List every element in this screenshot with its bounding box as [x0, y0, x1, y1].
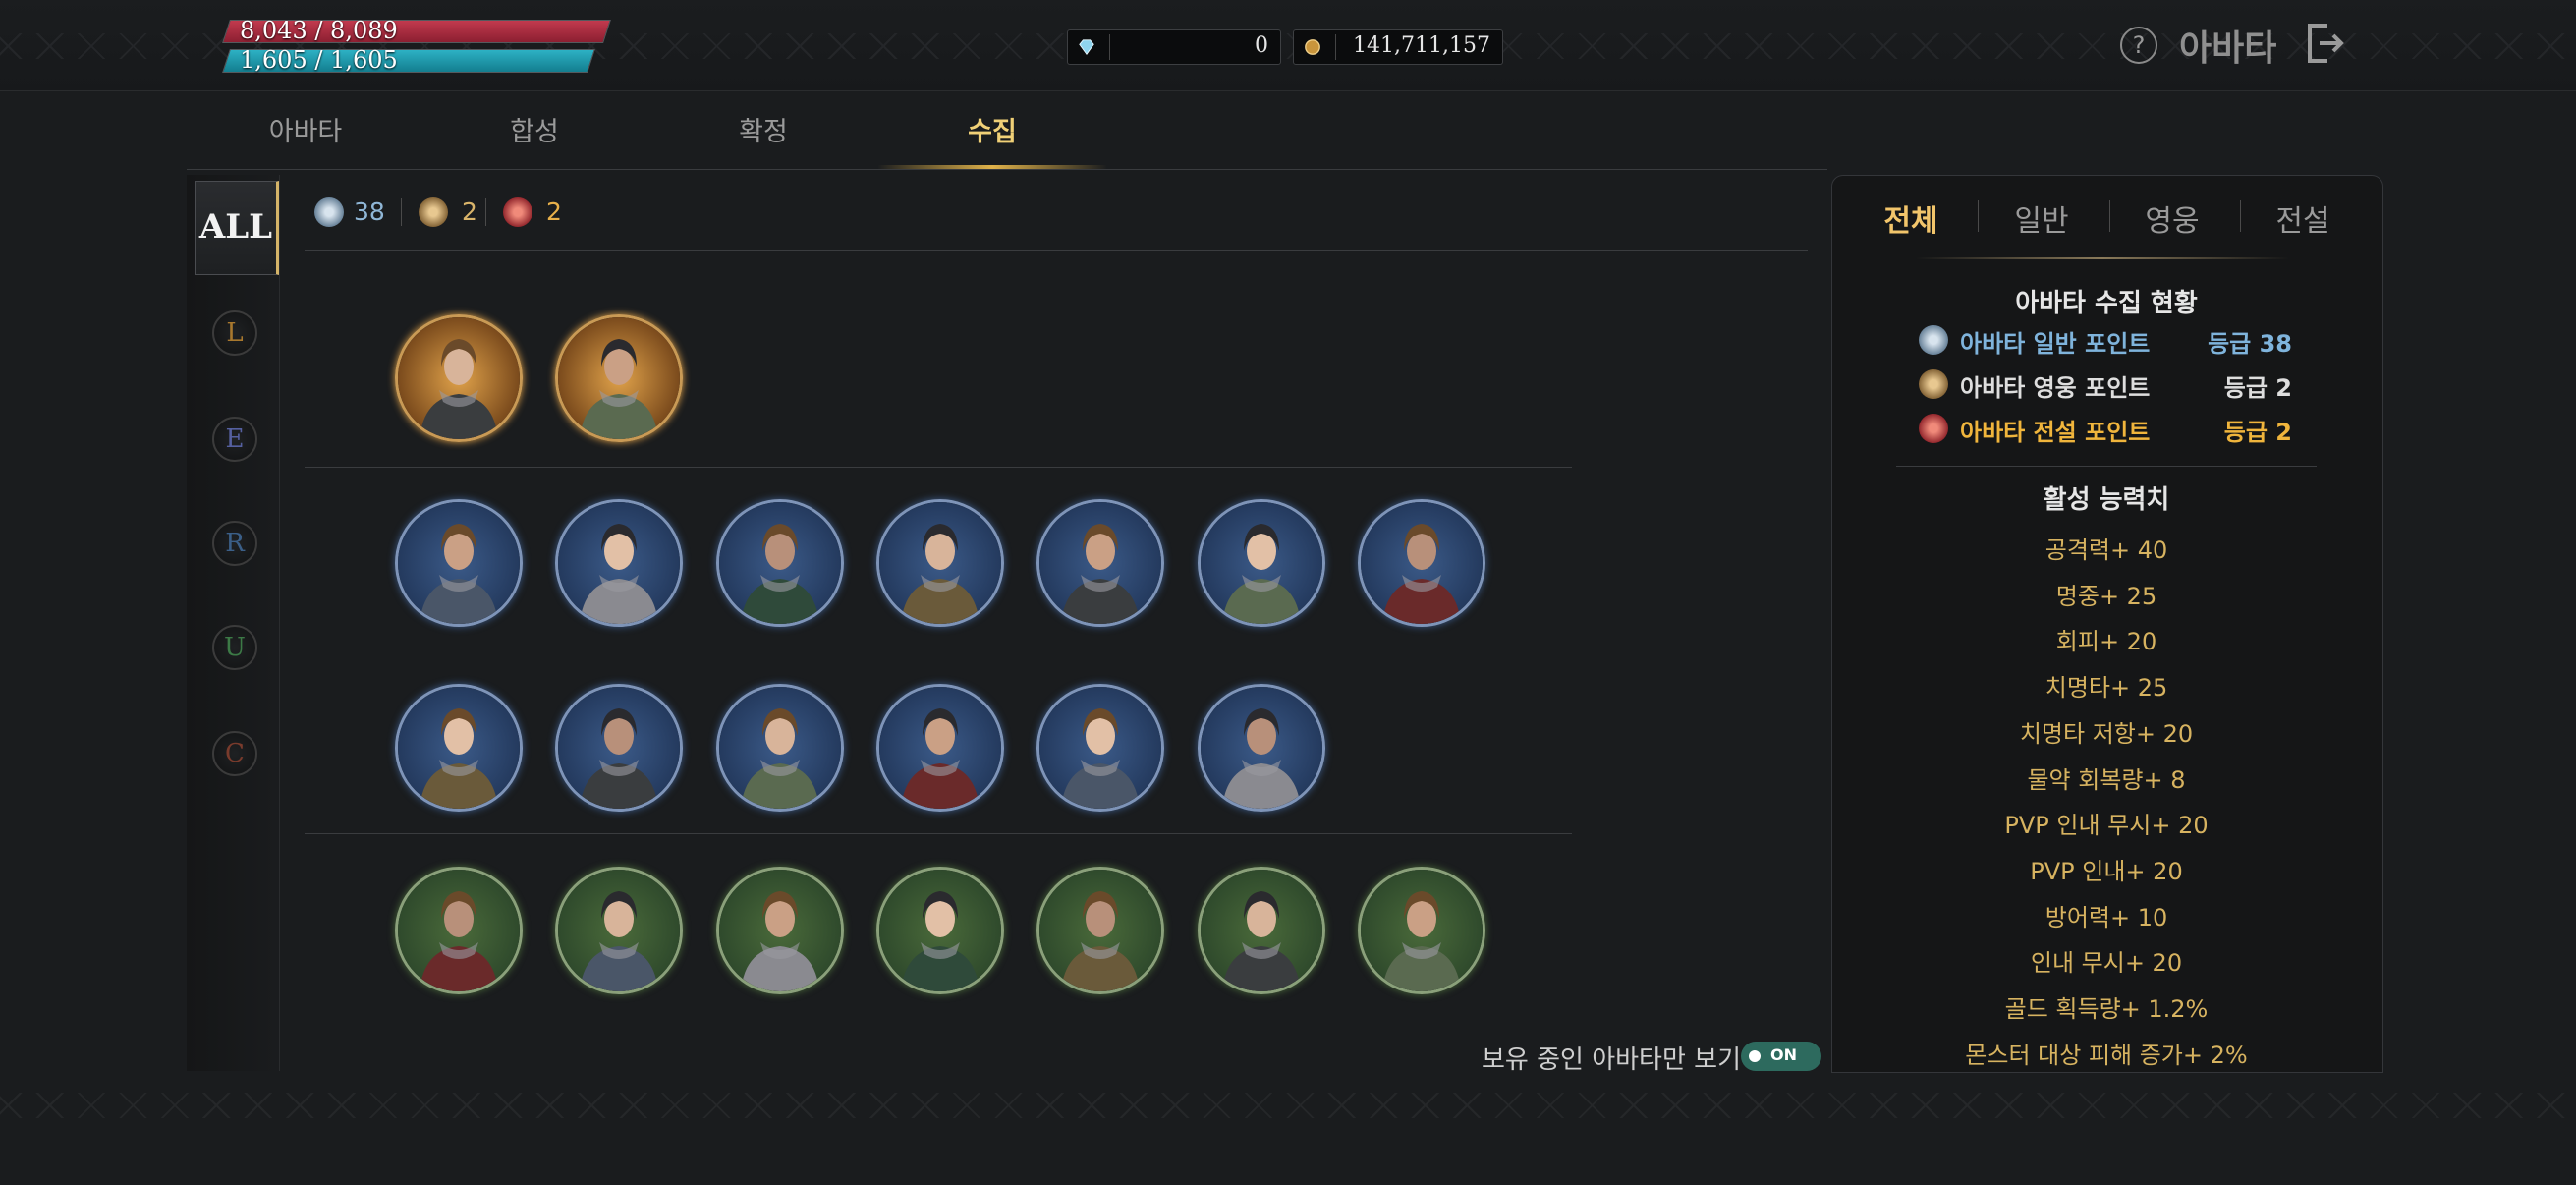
exit-icon[interactable] — [2304, 22, 2347, 65]
stat-line: 회피+ 20 — [2055, 628, 2157, 656]
active-stats-title: 활성 능력치 — [2043, 485, 2170, 515]
toggle-knob — [1749, 1050, 1761, 1062]
grade-filter-c[interactable]: C — [212, 731, 257, 776]
avatar-portrait[interactable] — [555, 867, 684, 994]
point-count: 2 — [546, 198, 562, 226]
gold-coin-icon — [1305, 39, 1320, 55]
stat-line: 방어력+ 10 — [2044, 903, 2168, 931]
point-label: 아바타 영웅 포인트 — [1960, 374, 2151, 402]
point-grade: 등급 2 — [2223, 419, 2292, 446]
stat-line: 치명타+ 25 — [2044, 674, 2168, 703]
avatar-portrait[interactable] — [875, 499, 1004, 627]
page-title: 아바타 — [2179, 28, 2277, 69]
point-grade: 등급 38 — [2208, 330, 2292, 358]
panel-tab-normal[interactable]: 일반 — [1983, 197, 2100, 240]
grade-filter-e[interactable]: E — [212, 417, 257, 462]
avatar-portrait[interactable] — [395, 867, 523, 994]
point-count: 2 — [462, 198, 477, 226]
stat-line: PVP 인내 무시+ 20 — [2004, 812, 2209, 840]
normal-point-icon — [1919, 325, 1948, 355]
panel-tab-legend[interactable]: 전설 — [2244, 197, 2362, 240]
avatar-portrait[interactable] — [715, 867, 844, 994]
owned-only-label: 보유 중인 아바타만 보기 — [1482, 1045, 1741, 1075]
count-separator — [485, 198, 486, 226]
legend-point-icon — [1919, 414, 1948, 443]
avatar-portrait[interactable] — [715, 499, 844, 627]
counts-divider — [305, 250, 1808, 251]
count-separator — [401, 198, 402, 226]
hero-point-icon — [1919, 369, 1948, 399]
avatar-portrait[interactable] — [395, 314, 523, 442]
avatar-portrait[interactable] — [395, 499, 523, 627]
avatar-portrait[interactable] — [1036, 499, 1165, 627]
tab-synthesis[interactable]: 합성 — [421, 110, 647, 148]
stat-line: 인내 무시+ 20 — [2030, 949, 2183, 978]
stat-line: 골드 획득량+ 1.2% — [2004, 995, 2209, 1023]
avatar-portrait[interactable] — [555, 314, 684, 442]
avatar-portrait[interactable] — [1357, 499, 1485, 627]
tab-collection[interactable]: 수집 — [879, 110, 1105, 148]
grade-filter-all-label: ALL — [198, 207, 273, 247]
owned-only-toggle[interactable]: ON — [1741, 1042, 1821, 1071]
stat-line: 몬스터 대상 피해 증가+ 2% — [1965, 1041, 2248, 1069]
diamond-value: 0 — [1255, 33, 1268, 58]
grade-filter-sidebar — [187, 175, 280, 1071]
avatar-portrait[interactable] — [1036, 867, 1165, 994]
help-icon[interactable]: ? — [2120, 27, 2157, 64]
point-label: 아바타 전설 포인트 — [1960, 419, 2151, 446]
grade-filter-l[interactable]: L — [212, 310, 257, 356]
avatar-portrait[interactable] — [1197, 684, 1325, 812]
tier-divider — [305, 833, 1572, 834]
grade-filter-r[interactable]: R — [212, 521, 257, 566]
avatar-portrait[interactable] — [715, 684, 844, 812]
avatar-portrait[interactable] — [875, 684, 1004, 812]
panel-tab-all[interactable]: 전체 — [1852, 197, 1970, 240]
grade-filter-all[interactable]: ALL — [195, 181, 279, 275]
stat-line: 치명타 저항+ 20 — [2019, 719, 2194, 748]
hp-text: 8,043 / 8,089 — [240, 17, 398, 44]
hero-point-icon — [419, 198, 448, 227]
normal-point-icon — [314, 198, 344, 227]
stat-line: PVP 인내+ 20 — [2030, 857, 2183, 885]
avatar-portrait[interactable] — [1036, 684, 1165, 812]
avatar-portrait[interactable] — [555, 684, 684, 812]
gold-value: 141,711,157 — [1353, 33, 1490, 58]
panel-tab-ornament — [1916, 257, 2289, 259]
diamond-icon — [1079, 39, 1094, 55]
bottom-ornament-band — [0, 1093, 2576, 1118]
stat-line: 공격력+ 40 — [2044, 536, 2168, 564]
point-label: 아바타 일반 포인트 — [1960, 330, 2151, 358]
tab-divider — [187, 169, 1827, 170]
panel-tab-hero[interactable]: 영웅 — [2113, 197, 2231, 240]
legend-point-icon — [503, 198, 532, 227]
status-title: 아바타 수집 현황 — [2015, 289, 2198, 318]
tab-confirm[interactable]: 확정 — [650, 110, 876, 148]
mp-text: 1,605 / 1,605 — [240, 46, 398, 74]
tab-avatar[interactable]: 아바타 — [193, 110, 419, 148]
stat-line: 물약 회복량+ 8 — [2027, 765, 2186, 794]
avatar-portrait[interactable] — [1197, 867, 1325, 994]
grade-filter-u[interactable]: U — [212, 625, 257, 670]
avatar-portrait[interactable] — [395, 684, 523, 812]
avatar-portrait[interactable] — [1357, 867, 1485, 994]
point-grade: 등급 2 — [2223, 374, 2292, 402]
tier-divider — [305, 467, 1572, 468]
diamond-currency: 0 — [1067, 29, 1281, 65]
point-count: 38 — [354, 198, 385, 226]
stat-line: 명중+ 25 — [2055, 582, 2157, 610]
toggle-state-label: ON — [1770, 1045, 1797, 1064]
panel-divider — [1896, 466, 2317, 467]
avatar-portrait[interactable] — [555, 499, 684, 627]
gold-currency: 141,711,157 — [1293, 29, 1503, 65]
avatar-portrait[interactable] — [1197, 499, 1325, 627]
avatar-portrait[interactable] — [875, 867, 1004, 994]
